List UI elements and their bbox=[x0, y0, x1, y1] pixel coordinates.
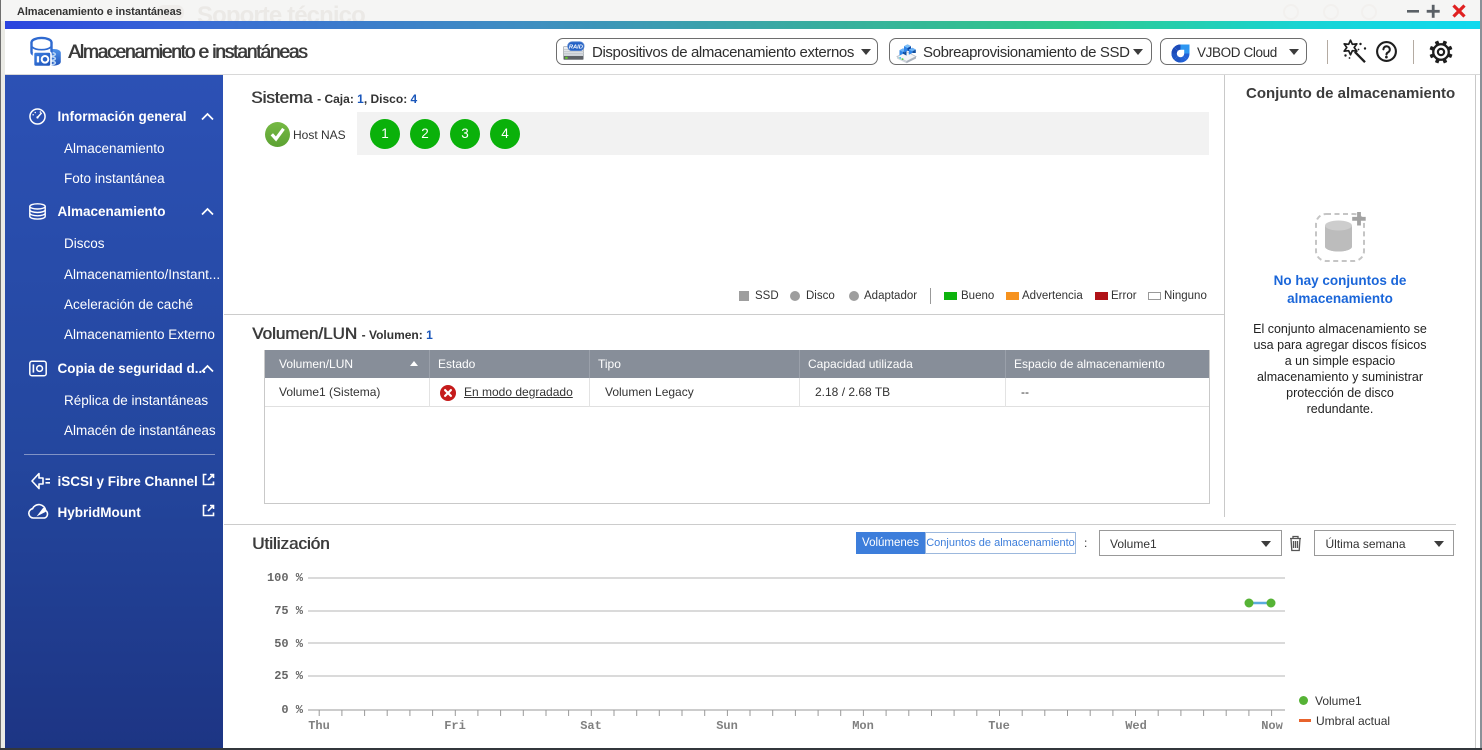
svg-text:RAID: RAID bbox=[569, 45, 584, 51]
